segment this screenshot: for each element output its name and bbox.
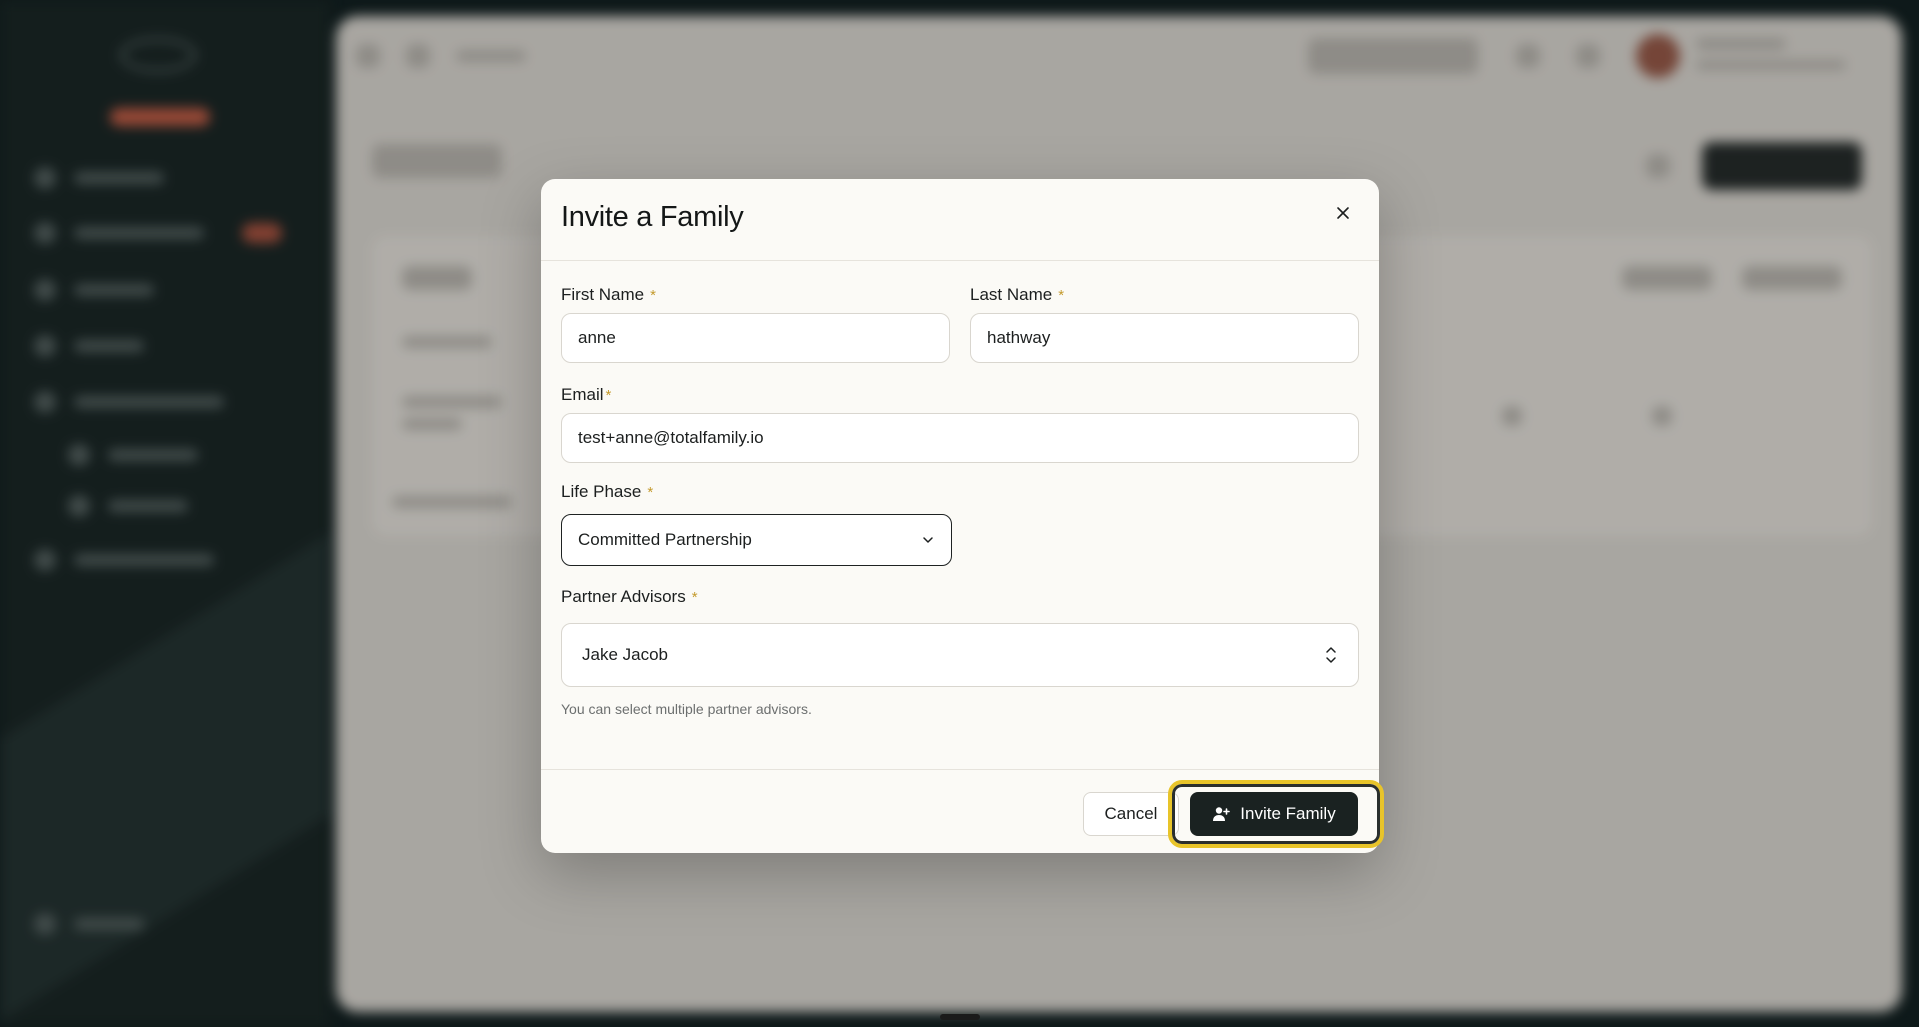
required-mark: * [691, 589, 698, 606]
user-plus-icon [1213, 807, 1231, 821]
email-label: Email * [561, 385, 612, 404]
chevron-up-down-icon [1326, 647, 1336, 663]
dialog-footer: Cancel Invite Family [541, 769, 1384, 853]
required-mark: * [650, 287, 656, 304]
partner-advisors-select[interactable]: Jake Jacob [561, 623, 1359, 687]
last-name-input[interactable] [970, 313, 1359, 363]
required-mark: * [1058, 287, 1065, 304]
close-button[interactable] [1327, 197, 1359, 229]
dialog-header: Invite a Family [541, 179, 1379, 261]
life-phase-label: Life Phase * [561, 482, 654, 501]
close-icon [1337, 207, 1349, 219]
partner-advisors-helper: You can select multiple partner advisors… [561, 701, 812, 717]
dialog-title: Invite a Family [561, 201, 744, 233]
dialog-body: First Name * Last Name * Email * Life Ph… [541, 261, 1379, 769]
invite-family-dialog: Invite a Family First Name * Last Name *… [541, 179, 1384, 853]
cancel-button[interactable]: Cancel [1083, 792, 1179, 836]
required-mark: * [647, 484, 654, 501]
first-name-input[interactable] [561, 313, 950, 363]
life-phase-value: Committed Partnership [578, 530, 752, 549]
email-input[interactable] [561, 413, 1359, 463]
last-name-label: Last Name * [970, 285, 1065, 304]
life-phase-select[interactable]: Committed Partnership [561, 514, 952, 566]
home-indicator [940, 1014, 980, 1020]
required-mark: * [605, 387, 612, 404]
partner-advisors-value: Jake Jacob [582, 645, 668, 664]
chevron-down-icon [923, 537, 933, 543]
first-name-label: First Name * [561, 285, 656, 304]
partner-advisors-label: Partner Advisors * [561, 587, 698, 606]
invite-family-button[interactable]: Invite Family [1190, 792, 1358, 836]
invite-family-label: Invite Family [1240, 804, 1336, 823]
